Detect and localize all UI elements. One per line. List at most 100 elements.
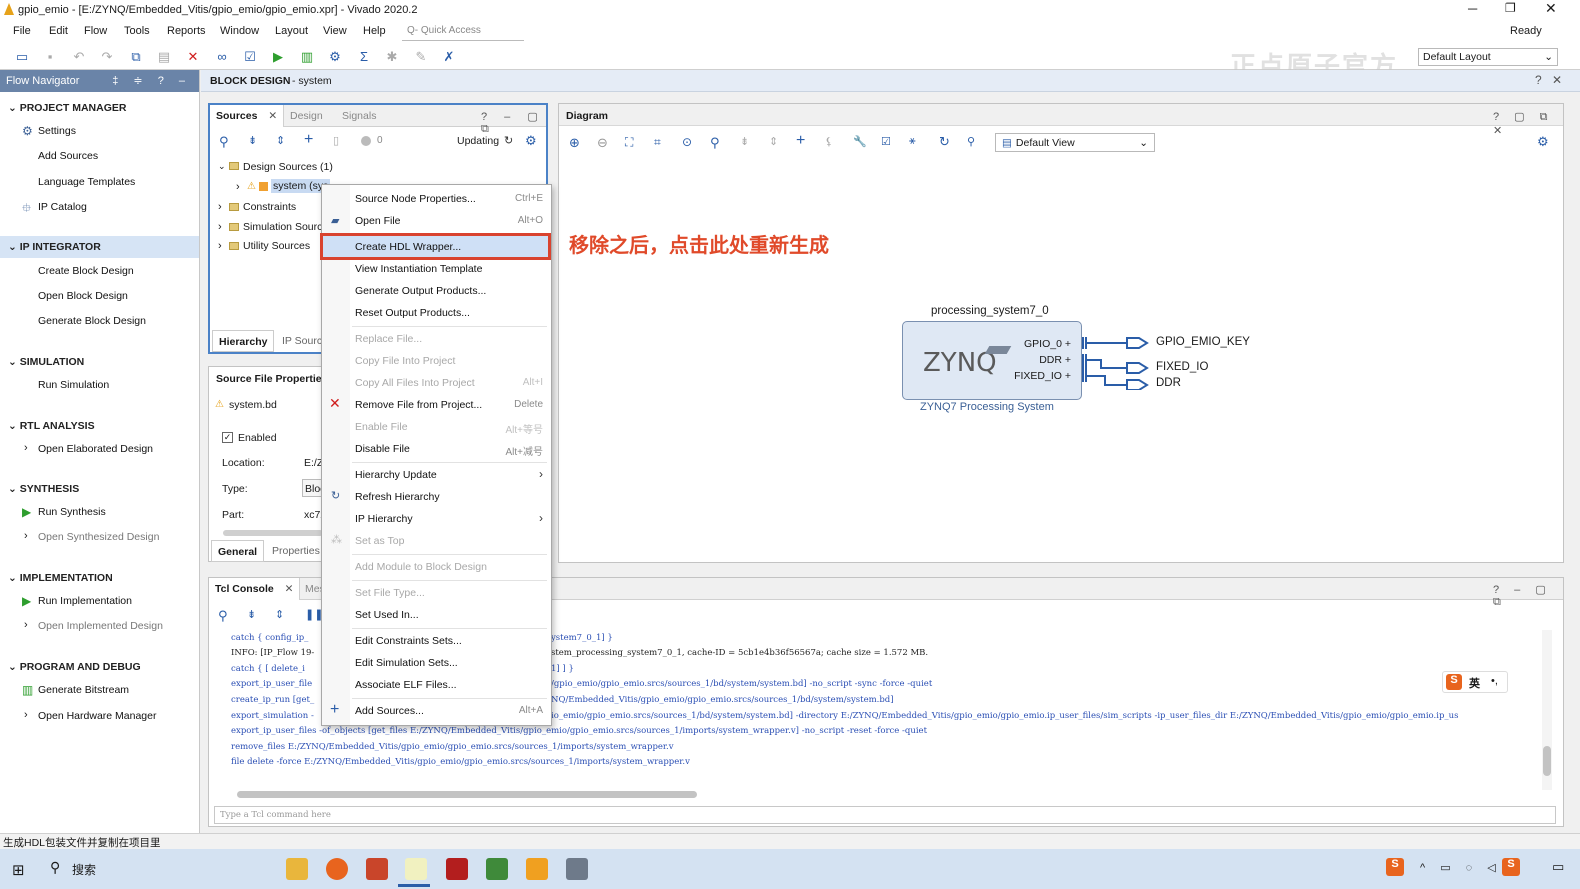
menu-open-file[interactable]: Open File: [355, 215, 401, 227]
section-synthesis[interactable]: ⌄ SYNTHESIS: [8, 483, 79, 495]
chevron-down-icon[interactable]: ⌄: [218, 161, 226, 172]
tree-constraints[interactable]: Constraints: [243, 201, 296, 213]
menu-add-sources[interactable]: Add Sources...: [355, 705, 424, 717]
notepad-icon[interactable]: [486, 858, 508, 880]
nav-create-block-design[interactable]: Create Block Design: [38, 265, 134, 277]
nav-open-synthesized-design[interactable]: Open Synthesized Design: [38, 531, 159, 543]
menu-view-instantiation-template[interactable]: View Instantiation Template: [355, 263, 482, 275]
chevron-right-icon[interactable]: ›: [218, 201, 222, 213]
menu-copy-file-into-project[interactable]: Copy File Into Project: [355, 355, 455, 367]
close-window-button[interactable]: ✕: [1545, 0, 1557, 17]
tree-simulation-sources[interactable]: Simulation Source: [243, 221, 328, 233]
section-ip-integrator[interactable]: ⌄ IP INTEGRATOR: [8, 241, 101, 253]
tab-design[interactable]: Design: [284, 105, 329, 127]
quick-access-input[interactable]: Q- Quick Access: [402, 23, 524, 41]
external-port-ddr[interactable]: DDR: [1156, 377, 1181, 389]
menu-edit-constraints-sets[interactable]: Edit Constraints Sets...: [355, 635, 462, 647]
tab-hierarchy[interactable]: Hierarchy: [212, 330, 275, 352]
external-port-fixed-io[interactable]: FIXED_IO: [1156, 361, 1208, 373]
nav-add-sources[interactable]: Add Sources: [38, 150, 98, 162]
menu-enable-file[interactable]: Enable File: [355, 421, 408, 433]
connect-icon[interactable]: ⚸: [825, 135, 833, 148]
menu-ip-hierarchy[interactable]: IP Hierarchy: [355, 513, 413, 525]
minimize-button[interactable]: ─: [1468, 1, 1477, 16]
wrench-icon[interactable]: 🔧: [853, 135, 867, 148]
collapse-all-icon[interactable]: ⇟: [740, 135, 749, 148]
system-tray-icons[interactable]: ^ ▭ ◌ ◁: [1420, 861, 1502, 874]
vertical-scrollbar-thumb[interactable]: [1543, 746, 1551, 776]
pin-icon[interactable]: ⚲: [967, 135, 975, 148]
section-rtl-analysis[interactable]: ⌄ RTL ANALYSIS: [8, 420, 95, 432]
validate-icon[interactable]: ☑: [881, 135, 891, 148]
zoom-area-icon[interactable]: ⌗: [654, 135, 661, 150]
search-icon[interactable]: ⚲: [219, 134, 229, 150]
menu-hierarchy-update[interactable]: Hierarchy Update: [355, 469, 437, 481]
menu-copy-all-files[interactable]: Copy All Files Into Project: [355, 377, 475, 389]
view-select[interactable]: ▤ Default View ⌄: [995, 133, 1155, 152]
run-icon[interactable]: ▶: [270, 49, 286, 65]
bitstream-icon[interactable]: ▥: [299, 49, 315, 65]
nav-ip-catalog[interactable]: IP Catalog: [38, 201, 87, 213]
close-icon[interactable]: ✕: [285, 583, 294, 595]
menu-replace-file[interactable]: Replace File...: [355, 333, 422, 345]
tab-signals[interactable]: Signals: [336, 105, 382, 127]
horizontal-scrollbar[interactable]: [223, 530, 323, 536]
tab-tcl-console[interactable]: Tcl Console ✕: [209, 578, 301, 600]
tree-utility-sources[interactable]: Utility Sources: [243, 240, 310, 252]
menu-edit-simulation-sets[interactable]: Edit Simulation Sets...: [355, 657, 458, 669]
nav-open-hardware-manager[interactable]: Open Hardware Manager: [38, 710, 156, 722]
zoom-fit-icon[interactable]: ⛶: [625, 135, 633, 150]
section-simulation[interactable]: ⌄ SIMULATION: [8, 356, 84, 368]
nav-generate-bitstream[interactable]: Generate Bitstream: [38, 684, 129, 696]
layout-select[interactable]: Default Layout ⌄: [1418, 48, 1558, 66]
help-icon[interactable]: ?: [1535, 73, 1542, 87]
menu-disable-file[interactable]: Disable File: [355, 443, 410, 455]
add-icon[interactable]: +: [304, 131, 313, 149]
section-project-manager[interactable]: ⌄ PROJECT MANAGER: [8, 102, 126, 114]
zoom-out-icon[interactable]: ⊖: [597, 135, 608, 151]
gear-icon[interactable]: ⚙: [525, 133, 537, 149]
save-icon[interactable]: ▪: [42, 49, 58, 65]
taskbar-search[interactable]: 搜索: [72, 861, 96, 878]
tab-sources[interactable]: Sources ✕: [210, 105, 285, 127]
regenerate-icon[interactable]: ↻: [939, 134, 950, 150]
close-icon[interactable]: ✕: [268, 110, 277, 122]
powerpoint-icon[interactable]: [366, 858, 388, 880]
nav-run-synthesis[interactable]: Run Synthesis: [38, 506, 106, 518]
sogou-tray-icon[interactable]: S: [1386, 858, 1404, 876]
menu-set-as-top[interactable]: Set as Top: [355, 535, 404, 547]
chevron-right-icon[interactable]: ›: [218, 221, 222, 233]
external-port-gpio-emio-key[interactable]: GPIO_EMIO_KEY: [1156, 336, 1250, 348]
checkbox-icon[interactable]: ☑: [242, 49, 258, 65]
center-icon[interactable]: ⊙: [682, 135, 692, 149]
menu-tools[interactable]: Tools: [124, 25, 150, 37]
enabled-checkbox[interactable]: ✓: [222, 432, 233, 443]
panel-controls-icon[interactable]: ‡ ≑ ? ‒: [112, 74, 191, 87]
menu-file[interactable]: File: [13, 25, 31, 37]
firefox-icon[interactable]: [326, 858, 348, 880]
section-program-debug[interactable]: ⌄ PROGRAM AND DEBUG: [8, 661, 141, 673]
menu-flow[interactable]: Flow: [84, 25, 107, 37]
undo-icon[interactable]: ↶: [71, 49, 87, 65]
search-icon[interactable]: ⚲: [50, 859, 60, 876]
tree-design-sources[interactable]: Design Sources (1): [243, 161, 333, 173]
nav-open-implemented-design[interactable]: Open Implemented Design: [38, 620, 163, 632]
expand-all-icon[interactable]: ⇕: [276, 134, 285, 147]
tab-properties[interactable]: Properties: [266, 540, 326, 562]
auto-connect-icon[interactable]: ⚹: [909, 135, 916, 148]
add-ip-icon[interactable]: +: [796, 132, 805, 150]
paste-icon[interactable]: ▤: [156, 49, 172, 65]
menu-view[interactable]: View: [323, 25, 347, 37]
menu-layout[interactable]: Layout: [275, 25, 308, 37]
nav-generate-block-design[interactable]: Generate Block Design: [38, 315, 146, 327]
menu-reports[interactable]: Reports: [167, 25, 206, 37]
panel-window-controls-icon[interactable]: ? ‒ ▢ ⧉: [1493, 583, 1563, 609]
gear-icon[interactable]: ⚙: [1537, 134, 1549, 150]
file-explorer-icon[interactable]: [286, 858, 308, 880]
properties-icon[interactable]: ▯: [333, 134, 339, 147]
notification-icon[interactable]: ▭: [1552, 859, 1564, 875]
panel-window-controls-icon[interactable]: ? ▢ ⧉ ✕: [1493, 110, 1563, 137]
edit-disabled-icon[interactable]: ✎: [413, 49, 429, 65]
open-project-icon[interactable]: ▭: [14, 49, 30, 65]
pdf-reader-icon[interactable]: [446, 858, 468, 880]
